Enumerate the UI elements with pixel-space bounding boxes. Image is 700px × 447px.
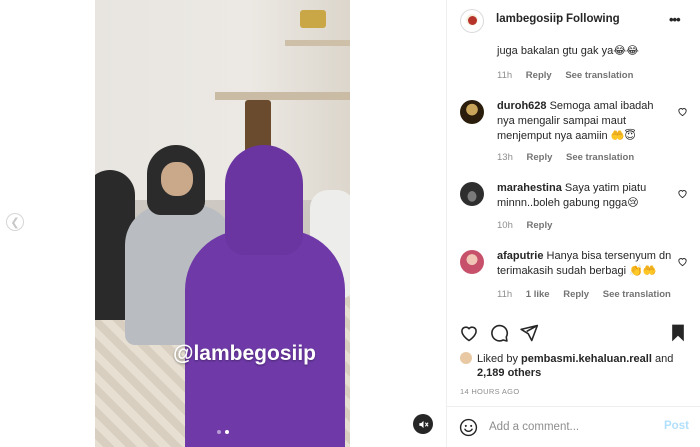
- heart-icon[interactable]: [459, 323, 479, 343]
- comment-text: juga bakalan gtu gak ya😂😂: [497, 45, 639, 57]
- emoji-icon[interactable]: [459, 418, 478, 437]
- speaker-muted-icon[interactable]: [413, 414, 433, 434]
- heart-icon[interactable]: [677, 256, 688, 267]
- liked-by-others[interactable]: 2,189 others: [477, 366, 700, 380]
- reply-button[interactable]: Reply: [563, 289, 589, 300]
- post-viewer: ❮ @lambegosiip lambegosiip • Following •…: [0, 0, 700, 447]
- post-header: lambegosiip • Following •••: [447, 0, 700, 40]
- bookmark-icon[interactable]: [668, 323, 688, 343]
- comment-input[interactable]: [489, 419, 649, 435]
- comment-meta: 11h Reply See translation: [497, 70, 644, 81]
- see-translation-button[interactable]: See translation: [603, 289, 671, 300]
- media-pane: ❮ @lambegosiip: [0, 0, 446, 447]
- avatar[interactable]: [460, 182, 484, 206]
- comment-text: marahestina Saya yatim piatu minnn..bole…: [497, 182, 647, 209]
- comment-icon[interactable]: [489, 323, 509, 343]
- video-watermark: @lambegosiip: [173, 342, 317, 365]
- avatar[interactable]: [460, 352, 472, 364]
- avatar[interactable]: [460, 250, 484, 274]
- carousel-dots: [217, 430, 229, 434]
- avatar[interactable]: [460, 9, 484, 33]
- post-button[interactable]: Post: [664, 420, 689, 432]
- following-button[interactable]: Following: [566, 13, 620, 25]
- carousel-dot: [217, 430, 221, 434]
- post-time[interactable]: 14 HOURS AGO: [460, 387, 519, 396]
- post-username[interactable]: lambegosiip: [496, 13, 563, 25]
- comment-time: 11h: [497, 70, 513, 81]
- heart-icon[interactable]: [677, 188, 688, 199]
- comment-text: duroh628 Semoga amal ibadah nya mengalir…: [497, 100, 654, 142]
- comment-time: 10h: [497, 220, 513, 231]
- reply-button[interactable]: Reply: [527, 220, 553, 231]
- post-video[interactable]: @lambegosiip: [95, 0, 350, 447]
- comment-username[interactable]: duroh628: [497, 100, 547, 112]
- avatar[interactable]: [460, 100, 484, 124]
- comment-time: 11h: [497, 289, 513, 300]
- comment-username[interactable]: marahestina: [497, 182, 562, 194]
- reply-button[interactable]: Reply: [527, 152, 553, 163]
- add-comment-bar: Post: [447, 408, 700, 447]
- more-horizontal-icon[interactable]: •••: [669, 12, 681, 27]
- carousel-dot-active: [225, 430, 229, 434]
- comment-time: 13h: [497, 152, 513, 163]
- heart-icon[interactable]: [677, 106, 688, 117]
- comment-likes[interactable]: 1 like: [526, 289, 550, 300]
- send-icon[interactable]: [519, 323, 539, 343]
- see-translation-button[interactable]: See translation: [566, 152, 634, 163]
- header-separator: •: [556, 12, 560, 23]
- comments-panel: lambegosiip • Following ••• juga bakalan…: [446, 0, 700, 447]
- comment-meta: 11h 1 like Reply See translation: [497, 289, 682, 300]
- comment-meta: 13h Reply See translation: [497, 152, 645, 163]
- comment-meta: 10h Reply: [497, 220, 563, 231]
- divider: [447, 406, 700, 407]
- liked-by-label: Liked by: [477, 353, 518, 365]
- comment-username[interactable]: afaputrie: [497, 250, 543, 262]
- liked-by-and: and: [654, 353, 674, 365]
- likes-summary: Liked by pembasmi.kehaluan.reall and 2,1…: [460, 352, 700, 380]
- liked-by-user[interactable]: pembasmi.kehaluan.reall: [521, 353, 652, 365]
- reply-button[interactable]: Reply: [526, 70, 552, 81]
- see-translation-button[interactable]: See translation: [565, 70, 633, 81]
- action-bar: [447, 320, 700, 346]
- chevron-left-icon[interactable]: ❮: [6, 213, 24, 231]
- comment-text: afaputrie Hanya bisa tersenyum dn terima…: [497, 250, 672, 277]
